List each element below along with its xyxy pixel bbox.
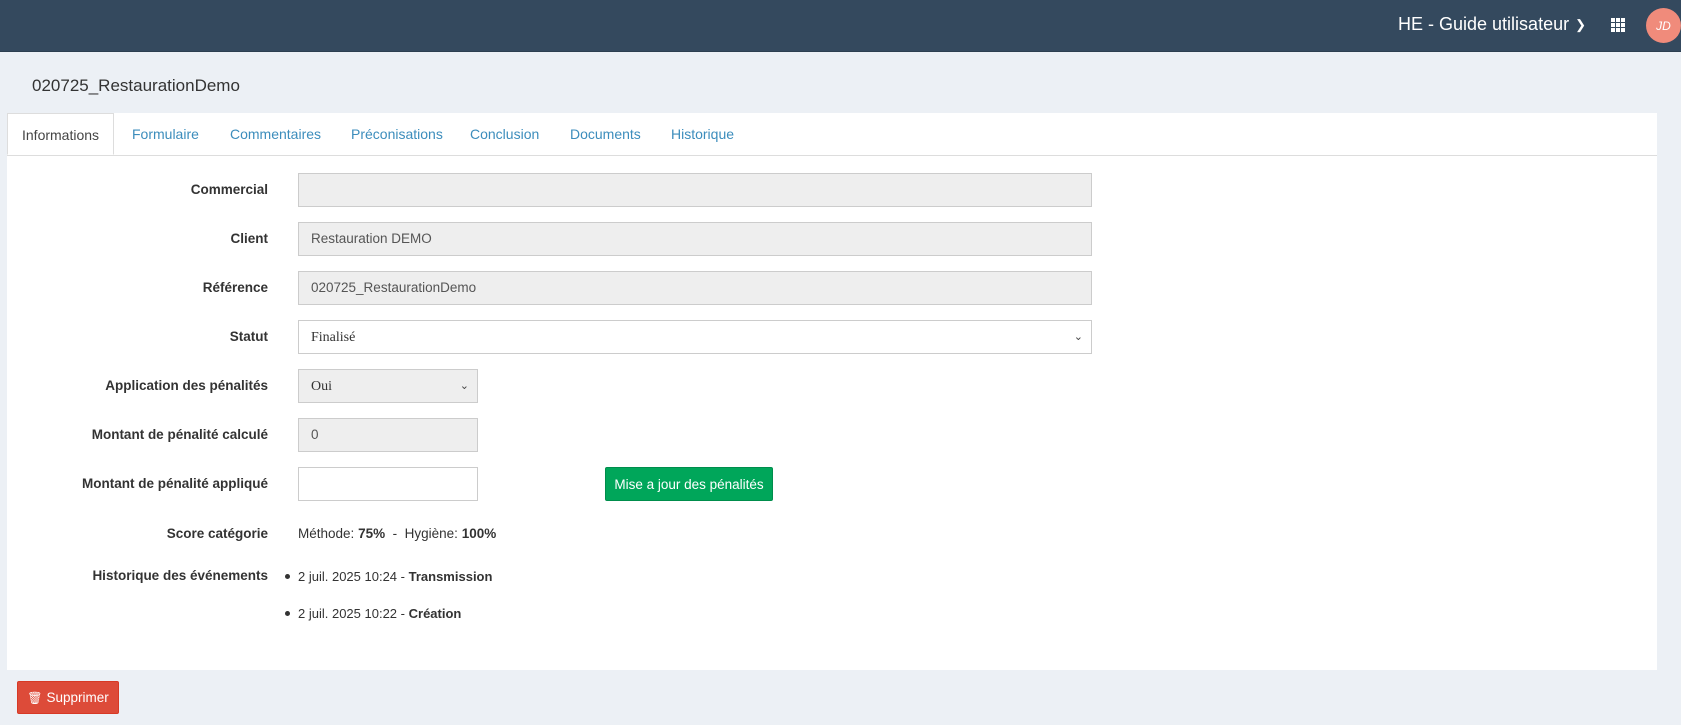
bullet-icon: [285, 611, 290, 617]
top-navbar: HE - Guide utilisateur ❯ JD: [0, 0, 1681, 52]
montant-calcule-field: 0: [298, 418, 478, 452]
history-separator: -: [400, 606, 405, 621]
montant-applique-input[interactable]: [298, 467, 478, 501]
tab-conclusion[interactable]: Conclusion: [470, 113, 539, 155]
score-separator: -: [392, 526, 398, 541]
client-field[interactable]: Restauration DEMO: [298, 222, 1092, 256]
montant-calcule-label: Montant de pénalité calculé: [91, 427, 268, 442]
commercial-label: Commercial: [190, 182, 268, 197]
tab-commentaires[interactable]: Commentaires: [230, 113, 321, 155]
history-separator: -: [400, 569, 405, 584]
chevron-down-icon: ❯: [1575, 16, 1586, 32]
tab-bar: Informations Formulaire Commentaires Pré…: [7, 113, 1657, 156]
delete-button[interactable]: 🗑 Supprimer: [17, 681, 119, 714]
avatar-initials: JD: [1656, 18, 1671, 33]
chevron-down-icon: ⌄: [1073, 331, 1083, 343]
avatar[interactable]: JD: [1646, 8, 1681, 43]
application-penalites-selected-value: Oui: [311, 379, 332, 394]
application-penalites-label: Application des pénalités: [105, 378, 268, 393]
reference-label: Référence: [202, 280, 268, 295]
trash-icon: 🗑: [27, 690, 43, 705]
apps-grid-icon[interactable]: [1611, 18, 1625, 32]
statut-label: Statut: [229, 329, 268, 344]
tab-formulaire[interactable]: Formulaire: [132, 113, 199, 155]
history-label: Historique des événements: [92, 568, 268, 583]
update-penalties-button[interactable]: Mise a jour des pénalités: [605, 467, 773, 501]
tab-preconisations[interactable]: Préconisations: [351, 113, 443, 155]
score-values: Méthode: 75% - Hygiène: 100%: [298, 526, 496, 541]
statut-selected-value: Finalisé: [311, 330, 356, 345]
page-title: 020725_RestaurationDemo: [32, 76, 240, 95]
statut-select[interactable]: Finalisé ⌄: [298, 320, 1092, 354]
bullet-icon: [285, 574, 290, 580]
methode-label: Méthode:: [298, 526, 355, 541]
history-date: 2 juil. 2025 10:24: [298, 569, 398, 584]
history-event: Transmission: [408, 569, 493, 584]
tab-documents[interactable]: Documents: [570, 113, 641, 155]
history-event: Création: [408, 606, 462, 621]
client-label: Client: [230, 231, 268, 246]
tab-historique[interactable]: Historique: [671, 113, 734, 155]
user-menu-dropdown[interactable]: HE - Guide utilisateur ❯: [1398, 14, 1586, 35]
hygiene-label: Hygiène:: [404, 526, 458, 541]
history-item: 2 juil. 2025 10:22 - Création: [285, 606, 461, 621]
hygiene-value: 100%: [461, 526, 497, 541]
chevron-down-icon: ⌄: [459, 380, 469, 392]
commercial-field[interactable]: [298, 173, 1092, 207]
reference-field[interactable]: 020725_RestaurationDemo: [298, 271, 1092, 305]
montant-applique-label: Montant de pénalité appliqué: [81, 476, 268, 491]
history-item: 2 juil. 2025 10:24 - Transmission: [285, 569, 492, 584]
tab-informations[interactable]: Informations: [7, 113, 115, 155]
update-penalties-label: Mise a jour des pénalités: [614, 476, 764, 492]
user-menu-label: HE - Guide utilisateur: [1398, 14, 1570, 34]
methode-value: 75%: [358, 526, 386, 541]
delete-label: Supprimer: [46, 690, 109, 705]
application-penalites-select[interactable]: Oui ⌄: [298, 369, 478, 403]
score-label: Score catégorie: [166, 526, 268, 541]
history-date: 2 juil. 2025 10:22: [298, 606, 398, 621]
